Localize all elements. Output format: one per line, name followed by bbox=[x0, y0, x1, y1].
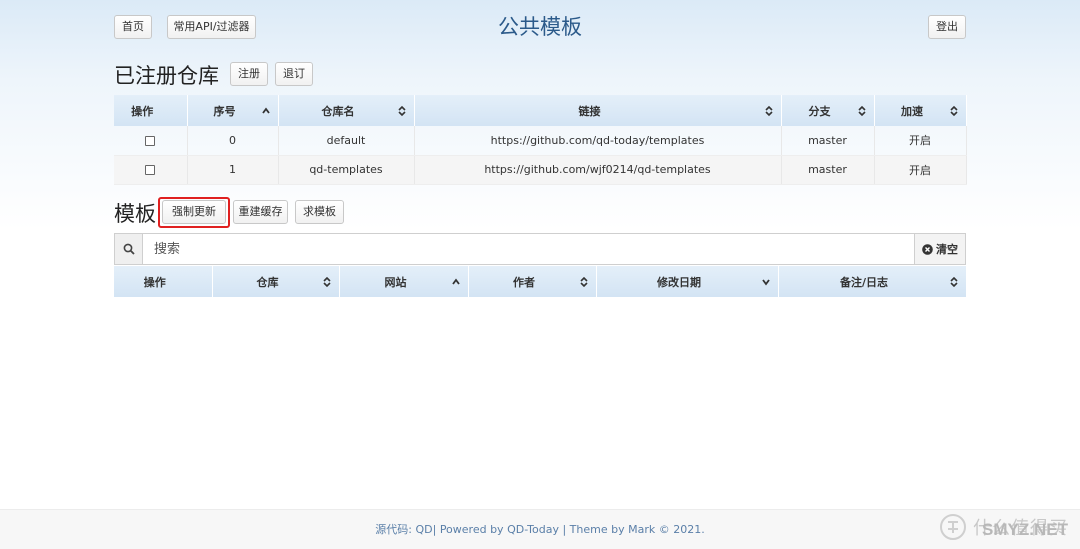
col-header-repo[interactable]: 仓库 bbox=[212, 266, 340, 297]
watermark-domain: SMYZ.NET bbox=[982, 520, 1068, 539]
col-header-index[interactable]: 序号 bbox=[187, 95, 279, 126]
rebuild-cache-button[interactable]: 重建缓存 bbox=[233, 200, 288, 224]
register-button[interactable]: 注册 bbox=[230, 62, 268, 86]
table-row: 1 qd-templates https://github.com/wjf021… bbox=[114, 155, 967, 185]
sort-both-icon bbox=[397, 105, 406, 116]
sort-desc-icon bbox=[761, 278, 770, 285]
row-proxy: 开启 bbox=[874, 126, 967, 156]
col-header-proxy[interactable]: 加速 bbox=[874, 95, 967, 126]
col-header-site[interactable]: 网站 bbox=[339, 266, 469, 297]
row-checkbox[interactable] bbox=[145, 135, 156, 146]
sort-both-icon bbox=[949, 276, 958, 287]
sort-both-icon bbox=[764, 105, 773, 116]
search-icon bbox=[123, 243, 135, 255]
search-addon bbox=[115, 234, 143, 264]
sort-both-icon bbox=[579, 276, 588, 287]
templates-table: 操作 仓库 网站 作者 修改日期 备注/日志 bbox=[114, 266, 967, 297]
logout-button[interactable]: 登出 bbox=[928, 15, 966, 39]
templates-section-title: 模板 bbox=[114, 202, 156, 226]
row-repo-name: qd-templates bbox=[278, 155, 415, 185]
col-header-notes[interactable]: 备注/日志 bbox=[778, 266, 967, 297]
table-row: 0 default https://github.com/qd-today/te… bbox=[114, 126, 967, 156]
col-header-repo-name[interactable]: 仓库名 bbox=[278, 95, 415, 126]
col-header-link[interactable]: 链接 bbox=[414, 95, 782, 126]
templates-header-row: 操作 仓库 网站 作者 修改日期 备注/日志 bbox=[114, 266, 967, 297]
col-header-action: 操作 bbox=[114, 266, 213, 297]
row-repo-name: default bbox=[278, 126, 415, 156]
col-header-author[interactable]: 作者 bbox=[468, 266, 597, 297]
registry-table: 操作 序号 仓库名 链接 分支 加速 0 default https://git… bbox=[114, 95, 967, 185]
search-bar: 清空 bbox=[114, 233, 966, 265]
footer: 源代码: QD| Powered by QD-Today | Theme by … bbox=[0, 509, 1080, 549]
sort-both-icon bbox=[857, 105, 866, 116]
footer-text: 源代码: QD| Powered by QD-Today | Theme by … bbox=[375, 523, 705, 536]
row-index: 1 bbox=[187, 155, 279, 185]
row-branch: master bbox=[781, 155, 875, 185]
col-header-action: 操作 bbox=[114, 95, 188, 126]
page-title: 公共模板 bbox=[498, 15, 582, 39]
force-update-button[interactable]: 强制更新 bbox=[162, 200, 226, 224]
row-link: https://github.com/qd-today/templates bbox=[414, 126, 782, 156]
row-branch: master bbox=[781, 126, 875, 156]
row-proxy: 开启 bbox=[874, 155, 967, 185]
clear-button[interactable]: 清空 bbox=[914, 234, 965, 264]
sort-asc-icon bbox=[451, 278, 460, 285]
search-input[interactable] bbox=[143, 234, 914, 264]
registry-section-title: 已注册仓库 bbox=[114, 64, 219, 88]
unsubscribe-button[interactable]: 退订 bbox=[275, 62, 313, 86]
row-checkbox[interactable] bbox=[145, 165, 156, 175]
sort-both-icon bbox=[322, 276, 331, 287]
request-template-button[interactable]: 求模板 bbox=[295, 200, 344, 224]
col-header-modified-date[interactable]: 修改日期 bbox=[596, 266, 779, 297]
page: 首页 常用API/过滤器 公共模板 登出 已注册仓库 注册 退订 操作 序号 仓… bbox=[0, 0, 1080, 549]
row-link: https://github.com/wjf0214/qd-templates bbox=[414, 155, 782, 185]
row-index: 0 bbox=[187, 126, 279, 156]
registry-header-row: 操作 序号 仓库名 链接 分支 加速 bbox=[114, 95, 967, 126]
close-circle-icon bbox=[922, 243, 933, 255]
col-header-branch[interactable]: 分支 bbox=[781, 95, 875, 126]
clear-button-label: 清空 bbox=[936, 243, 958, 256]
watermark-logo-icon bbox=[940, 514, 966, 540]
sort-asc-icon bbox=[261, 107, 270, 114]
sort-both-icon bbox=[949, 105, 958, 116]
